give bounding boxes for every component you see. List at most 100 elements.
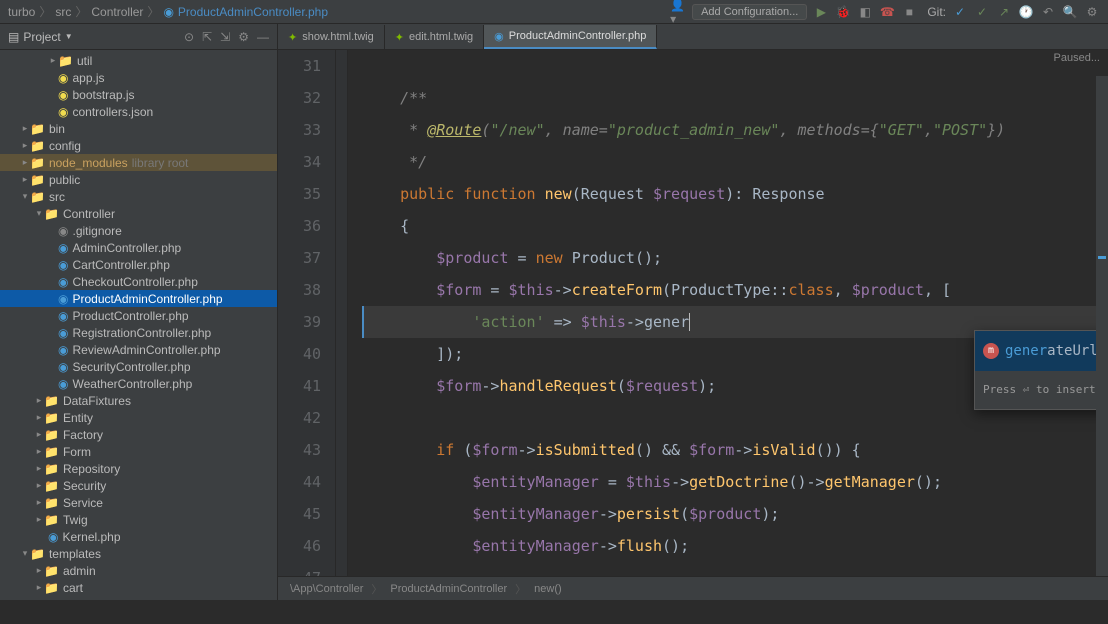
php-file-icon: ◉ [58, 258, 68, 272]
tree-folder[interactable]: ▸📁DataFixtures [0, 392, 277, 409]
tree-folder[interactable]: ▸📁Factory [0, 426, 277, 443]
tree-file[interactable]: ◉CartController.php [0, 256, 277, 273]
tree-folder[interactable]: ▾📁Controller [0, 205, 277, 222]
tree-file-selected[interactable]: ◉ProductAdminController.php [0, 290, 277, 307]
expand-icon[interactable]: ⇱ [202, 30, 212, 44]
php-file-icon: ◉ [58, 241, 68, 255]
project-tree: ▸📁util ◉app.js ◉bootstrap.js ◉controller… [0, 50, 277, 600]
revert-icon[interactable]: ↶ [1040, 4, 1056, 20]
tree-folder[interactable]: ▸📁Entity [0, 409, 277, 426]
line-gutter: 3132333435363738394041424344454647 [278, 50, 336, 576]
tree-folder-node-modules[interactable]: ▸📁node_moduleslibrary root [0, 154, 277, 171]
add-configuration-button[interactable]: Add Configuration... [692, 4, 807, 20]
git-update-icon[interactable]: ✓ [952, 4, 968, 20]
bottom-breadcrumb: \App\Controller 〉 ProductAdminController… [278, 576, 1108, 600]
twig-file-icon: ✦ [395, 31, 404, 44]
tab-product-admin[interactable]: ◉ProductAdminController.php [484, 25, 657, 49]
tree-folder[interactable]: ▸📁Security [0, 477, 277, 494]
git-label: Git: [927, 5, 946, 19]
tree-folder[interactable]: ▸📁Service [0, 494, 277, 511]
tree-folder[interactable]: ▸📁cart [0, 579, 277, 596]
code-completion-popup[interactable]: m generateUrl(route: string, [para… stri… [974, 330, 1108, 410]
tree-file[interactable]: ◉.gitignore [0, 222, 277, 239]
method-badge-icon: m [983, 343, 999, 359]
code-editor[interactable]: 3132333435363738394041424344454647 /** *… [278, 50, 1108, 576]
history-icon[interactable]: 🕐 [1018, 4, 1034, 20]
stop-icon[interactable]: ■ [901, 4, 917, 20]
sidebar-header: ▤ Project ▼ ⊙ ⇱ ⇲ ⚙ — [0, 24, 277, 50]
breadcrumb-root[interactable]: turbo [8, 5, 35, 19]
php-file-icon: ◉ [48, 530, 58, 544]
user-dropdown-icon[interactable]: 👤▾ [670, 4, 686, 20]
collapse-icon[interactable]: ⇲ [220, 30, 230, 44]
js-file-icon: ◉ [58, 88, 68, 102]
tree-folder[interactable]: ▾📁src [0, 188, 277, 205]
tree-folder[interactable]: ▸📁config [0, 137, 277, 154]
chevron-right-icon: 〉 [147, 3, 159, 20]
tree-folder[interactable]: ▸📁admin [0, 562, 277, 579]
git-commit-icon[interactable]: ✓ [974, 4, 990, 20]
tree-folder[interactable]: ▸📁bin [0, 120, 277, 137]
php-file-icon: ◉ [58, 360, 68, 374]
tree-folder[interactable]: ▾📁templates [0, 545, 277, 562]
json-file-icon: ◉ [58, 105, 68, 119]
git-push-icon[interactable]: ↗ [996, 4, 1012, 20]
locate-icon[interactable]: ⊙ [184, 30, 194, 44]
js-file-icon: ◉ [58, 71, 68, 85]
tree-file[interactable]: ◉Kernel.php [0, 528, 277, 545]
php-file-icon: ◉ [58, 377, 68, 391]
php-file-icon: ◉ [58, 326, 68, 340]
php-file-icon: ◉ [58, 275, 68, 289]
crumb-class[interactable]: ProductAdminController [390, 583, 507, 595]
completion-hint: Press ⏎ to insert, → to replace Next Tip… [975, 371, 1108, 409]
tree-file[interactable]: ◉ReviewAdminController.php [0, 341, 277, 358]
chevron-down-icon: ▼ [65, 32, 73, 41]
tab-edit-twig[interactable]: ✦edit.html.twig [385, 25, 484, 49]
tree-file[interactable]: ◉app.js [0, 69, 277, 86]
breadcrumb-file[interactable]: ◉ ProductAdminController.php [163, 5, 328, 19]
project-tool-button[interactable]: ▤ Project ▼ [8, 30, 73, 44]
crumb-method[interactable]: new() [534, 583, 562, 595]
run-icon[interactable]: ▶ [813, 4, 829, 20]
coverage-icon[interactable]: ◧ [857, 4, 873, 20]
tree-file[interactable]: ◉RegistrationController.php [0, 324, 277, 341]
marker-bar[interactable] [1096, 76, 1108, 576]
debug-listen-icon[interactable]: ☎ [879, 4, 895, 20]
tree-file[interactable]: ◉WeatherController.php [0, 375, 277, 392]
completion-item[interactable]: m generateUrl(route: string, [para… stri… [975, 331, 1108, 371]
gutter-marks [336, 50, 348, 576]
tree-folder[interactable]: ▸📁util [0, 52, 277, 69]
gear-icon[interactable]: ⚙ [238, 30, 249, 44]
tab-show-twig[interactable]: ✦show.html.twig [278, 25, 385, 49]
tree-file[interactable]: ◉CheckoutController.php [0, 273, 277, 290]
tree-folder[interactable]: ▸📁public [0, 171, 277, 188]
breadcrumb: turbo 〉 src 〉 Controller 〉 ◉ ProductAdmi… [8, 3, 328, 20]
tree-file[interactable]: ◉bootstrap.js [0, 86, 277, 103]
breadcrumb-folder[interactable]: Controller [91, 5, 143, 19]
chevron-right-icon: 〉 [39, 3, 51, 20]
code-content[interactable]: /** * @Route("/new", name="product_admin… [348, 50, 1108, 576]
tree-folder[interactable]: ▸📁checkout [0, 596, 277, 600]
hide-icon[interactable]: — [257, 30, 269, 44]
php-file-icon: ◉ [163, 5, 173, 19]
search-icon[interactable]: 🔍 [1062, 4, 1078, 20]
tree-file[interactable]: ◉AdminController.php [0, 239, 277, 256]
editor-area: ✦show.html.twig ✦edit.html.twig ◉Product… [278, 24, 1108, 600]
chevron-right-icon: 〉 [371, 581, 382, 597]
breadcrumb-folder[interactable]: src [55, 5, 71, 19]
tree-folder[interactable]: ▸📁Twig [0, 511, 277, 528]
php-file-icon: ◉ [58, 292, 68, 306]
project-sidebar: ▤ Project ▼ ⊙ ⇱ ⇲ ⚙ — ▸📁util ◉app.js ◉bo… [0, 24, 278, 600]
tree-folder[interactable]: ▸📁Repository [0, 460, 277, 477]
tree-folder[interactable]: ▸📁Form [0, 443, 277, 460]
crumb-namespace[interactable]: \App\Controller [290, 583, 363, 595]
gitignore-icon: ◉ [58, 224, 68, 238]
tree-file[interactable]: ◉SecurityController.php [0, 358, 277, 375]
tree-file[interactable]: ◉ProductController.php [0, 307, 277, 324]
php-file-icon: ◉ [58, 343, 68, 357]
php-file-icon: ◉ [58, 309, 68, 323]
tree-file[interactable]: ◉controllers.json [0, 103, 277, 120]
debug-icon[interactable]: 🐞 [835, 4, 851, 20]
settings-icon[interactable]: ⚙ [1084, 4, 1100, 20]
php-file-icon: ◉ [494, 30, 504, 43]
